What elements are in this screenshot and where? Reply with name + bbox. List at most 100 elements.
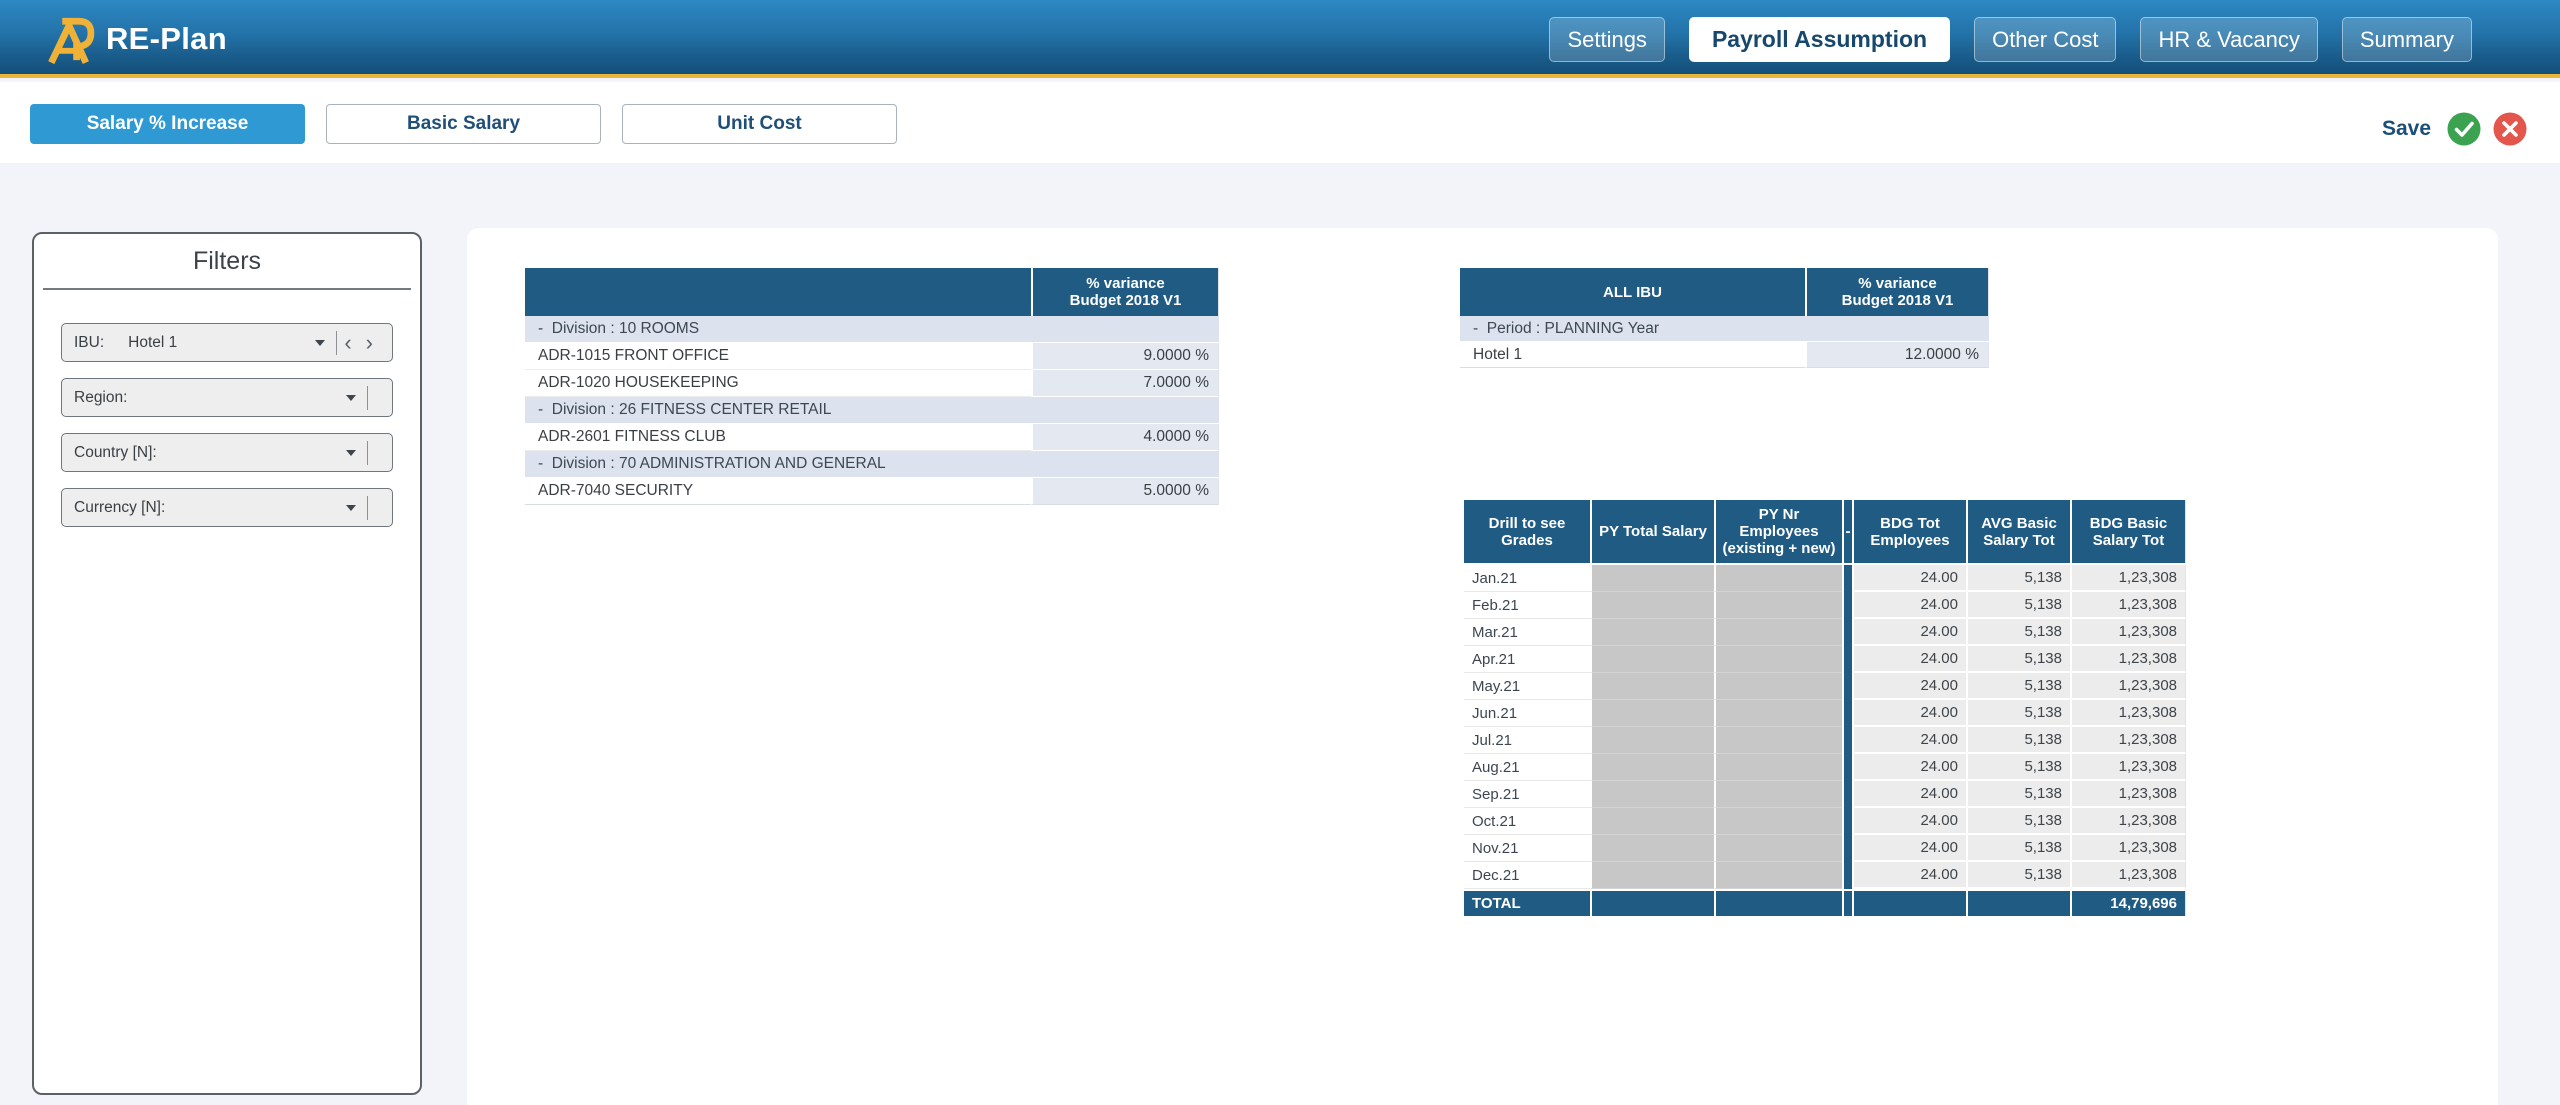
py-nr-employees-cell bbox=[1714, 835, 1842, 862]
app-title: RE-Plan bbox=[106, 21, 227, 57]
save-cancel-icon[interactable] bbox=[2493, 112, 2527, 146]
total-empty-cell bbox=[1590, 889, 1714, 916]
bdg-tot-employees-cell: 24.00 bbox=[1852, 673, 1966, 700]
division-group-row: - Division : 70 ADMINISTRATION AND GENER… bbox=[525, 451, 1219, 478]
table-row: Hotel 1 12.0000 % bbox=[1460, 342, 1989, 368]
dropdown-caret-icon[interactable] bbox=[346, 395, 356, 401]
bdg-tot-employees-cell: 24.00 bbox=[1852, 619, 1966, 646]
app-logo[interactable]: RE-Plan bbox=[42, 0, 227, 78]
nav-hr-vacancy[interactable]: HR & Vacancy bbox=[2140, 17, 2317, 62]
variance-value-cell[interactable]: 7.0000 % bbox=[1031, 370, 1219, 397]
nav-other-cost[interactable]: Other Cost bbox=[1974, 17, 2116, 62]
avg-basic-salary-tot-cell: 5,138 bbox=[1966, 727, 2070, 754]
table-row: ADR-7040 SECURITY5.0000 % bbox=[525, 478, 1219, 505]
bdg-basic-salary-tot-cell: 1,23,308 bbox=[2070, 754, 2186, 781]
bdg-tot-employees-cell: 24.00 bbox=[1852, 781, 1966, 808]
app-header: RE-Plan Settings Payroll Assumption Other … bbox=[0, 0, 2560, 78]
py-total-salary-cell bbox=[1590, 808, 1714, 835]
variance-value-cell[interactable]: 5.0000 % bbox=[1031, 478, 1219, 505]
variance-value-cell[interactable]: 12.0000 % bbox=[1805, 342, 1989, 368]
nav-payroll-assumption[interactable]: Payroll Assumption bbox=[1689, 17, 1950, 62]
bdg-tot-employees-cell: 24.00 bbox=[1852, 592, 1966, 619]
table-row: - Division : 10 ROOMS bbox=[525, 316, 1219, 343]
variance-header-line1: % variance bbox=[1037, 275, 1214, 292]
py-total-salary-cell bbox=[1590, 619, 1714, 646]
nav-summary[interactable]: Summary bbox=[2342, 17, 2472, 62]
py-nr-employees-cell bbox=[1714, 619, 1842, 646]
col-header-bdg-basic-salary-tot: BDG Basic Salary Tot bbox=[2070, 500, 2186, 565]
table-row: Apr.2124.005,1381,23,308 bbox=[1464, 646, 2186, 673]
bdg-tot-employees-cell: 24.00 bbox=[1852, 727, 1966, 754]
division-group-row: - Division : 10 ROOMS bbox=[525, 316, 1219, 343]
bdg-basic-salary-tot-cell: 1,23,308 bbox=[2070, 646, 2186, 673]
drill-month-cell[interactable]: Oct.21 bbox=[1464, 808, 1590, 835]
py-nr-employees-cell bbox=[1714, 565, 1842, 592]
variance-value-cell[interactable]: 4.0000 % bbox=[1031, 424, 1219, 451]
py-total-salary-cell bbox=[1590, 781, 1714, 808]
filter-region[interactable]: Region: bbox=[61, 378, 393, 417]
table-row: - Division : 70 ADMINISTRATION AND GENER… bbox=[525, 451, 1219, 478]
bdg-tot-employees-cell: 24.00 bbox=[1852, 862, 1966, 889]
nav-settings[interactable]: Settings bbox=[1549, 17, 1665, 62]
filter-currency-n[interactable]: Currency [N]: bbox=[61, 488, 393, 527]
drill-month-cell[interactable]: Aug.21 bbox=[1464, 754, 1590, 781]
variance-header-line2: Budget 2018 V1 bbox=[1811, 292, 1984, 309]
table-row: ADR-2601 FITNESS CLUB4.0000 % bbox=[525, 424, 1219, 451]
drill-month-cell[interactable]: Jul.21 bbox=[1464, 727, 1590, 754]
department-cell: ADR-2601 FITNESS CLUB bbox=[525, 424, 1031, 451]
total-row: TOTAL14,79,696 bbox=[1464, 889, 2186, 916]
replan-logo-icon bbox=[42, 11, 96, 67]
bdg-basic-salary-tot-cell: 1,23,308 bbox=[2070, 700, 2186, 727]
ibu-cell: Hotel 1 bbox=[1460, 342, 1805, 368]
drill-month-cell[interactable]: May.21 bbox=[1464, 673, 1590, 700]
toolbar: Salary % Increase Basic Salary Unit Cost S… bbox=[0, 82, 2560, 163]
separator-cell bbox=[1842, 565, 1852, 592]
dropdown-caret-icon[interactable] bbox=[346, 450, 356, 456]
filter-label: Currency [N]: bbox=[74, 499, 165, 517]
variance-value-cell[interactable]: 9.0000 % bbox=[1031, 343, 1219, 370]
drill-month-cell[interactable]: Dec.21 bbox=[1464, 862, 1590, 889]
bdg-tot-employees-cell: 24.00 bbox=[1852, 754, 1966, 781]
drill-month-cell[interactable]: Feb.21 bbox=[1464, 592, 1590, 619]
drill-month-cell[interactable]: Nov.21 bbox=[1464, 835, 1590, 862]
monthly-salary-table: Drill to see GradesPY Total SalaryPY Nr … bbox=[1464, 500, 2186, 916]
save-confirm-icon[interactable] bbox=[2447, 112, 2481, 146]
separator-cell bbox=[1842, 646, 1852, 673]
divider bbox=[367, 441, 368, 465]
bdg-basic-salary-tot-cell: 1,23,308 bbox=[2070, 835, 2186, 862]
tab-unit-cost[interactable]: Unit Cost bbox=[622, 104, 897, 144]
py-total-salary-cell bbox=[1590, 862, 1714, 889]
filters-title: Filters bbox=[34, 247, 420, 276]
next-item-icon[interactable]: › bbox=[359, 332, 380, 354]
variance-header-line1: % variance bbox=[1811, 275, 1984, 292]
bdg-basic-salary-tot-cell: 1,23,308 bbox=[2070, 727, 2186, 754]
drill-month-cell[interactable]: Mar.21 bbox=[1464, 619, 1590, 646]
total-empty-cell bbox=[1966, 889, 2070, 916]
save-group: Save bbox=[2382, 112, 2527, 146]
py-nr-employees-cell bbox=[1714, 700, 1842, 727]
table-row: ADR-1020 HOUSEKEEPING7.0000 % bbox=[525, 370, 1219, 397]
filters-panel: Filters IBU:Hotel 1‹› Region: Country [N]:… bbox=[32, 232, 422, 1095]
separator-cell bbox=[1842, 781, 1852, 808]
separator-cell bbox=[1842, 673, 1852, 700]
py-nr-employees-cell bbox=[1714, 754, 1842, 781]
drill-month-cell[interactable]: Jun.21 bbox=[1464, 700, 1590, 727]
bdg-basic-salary-tot-cell: 1,23,308 bbox=[2070, 619, 2186, 646]
dropdown-caret-icon[interactable] bbox=[315, 340, 325, 346]
bdg-tot-employees-cell: 24.00 bbox=[1852, 808, 1966, 835]
drill-month-cell[interactable]: Apr.21 bbox=[1464, 646, 1590, 673]
filter-country-n[interactable]: Country [N]: bbox=[61, 433, 393, 472]
tab-salary-increase[interactable]: Salary % Increase bbox=[30, 104, 305, 144]
bdg-tot-employees-cell: 24.00 bbox=[1852, 646, 1966, 673]
separator-cell bbox=[1842, 619, 1852, 646]
table-row: - Division : 26 FITNESS CENTER RETAIL bbox=[525, 397, 1219, 424]
py-nr-employees-cell bbox=[1714, 727, 1842, 754]
prev-item-icon[interactable]: ‹ bbox=[337, 332, 358, 354]
drill-month-cell[interactable]: Sep.21 bbox=[1464, 781, 1590, 808]
filter-ibu[interactable]: IBU:Hotel 1‹› bbox=[61, 323, 393, 362]
drill-month-cell[interactable]: Jan.21 bbox=[1464, 565, 1590, 592]
separator-cell bbox=[1842, 700, 1852, 727]
filter-label: IBU: bbox=[74, 334, 104, 352]
dropdown-caret-icon[interactable] bbox=[346, 505, 356, 511]
tab-basic-salary[interactable]: Basic Salary bbox=[326, 104, 601, 144]
